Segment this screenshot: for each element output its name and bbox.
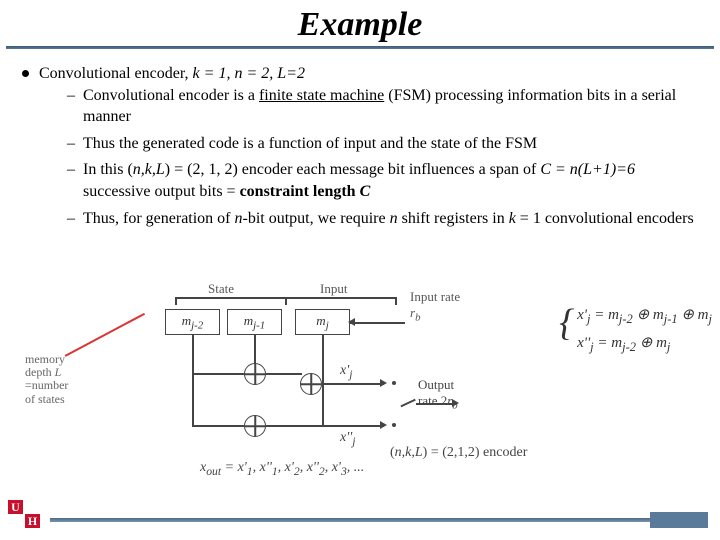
- register-mj2: mj-2: [165, 309, 220, 335]
- x2-label: x''j: [340, 430, 355, 448]
- footer-rule: [50, 518, 708, 522]
- bullet-text: Convolutional encoder,: [39, 65, 193, 82]
- footer: U H: [0, 508, 720, 534]
- input-label: Input: [320, 281, 347, 297]
- sub-bullet-3: –In this (n,k,L) = (2, 1, 2) encoder eac…: [67, 159, 702, 202]
- input-rate-label: Input raterb: [410, 289, 460, 324]
- footer-bar: [650, 512, 708, 528]
- memory-pointer: [65, 313, 145, 357]
- switch: [398, 393, 418, 413]
- equations: { x'j = mj-2 ⊕ mj-1 ⊕ mj x''j = mj-2 ⊕ m…: [571, 305, 712, 355]
- input-line: [350, 322, 405, 324]
- sub-bullet-4: –Thus, for generation of n-bit output, w…: [67, 208, 702, 230]
- bullet-dot: [22, 70, 29, 77]
- input-arrow: [348, 318, 355, 326]
- sub-bullet-2: –Thus the generated code is a function o…: [67, 133, 702, 155]
- content-area: Convolutional encoder, k = 1, n = 2, L=2…: [0, 59, 720, 234]
- slide-title: Example: [0, 0, 720, 46]
- main-bullet: Convolutional encoder, k = 1, n = 2, L=2…: [22, 63, 702, 234]
- sub-bullet-1: –Convolutional encoder is a finite state…: [67, 85, 702, 128]
- output-label: Outputrate 2rb: [418, 377, 458, 412]
- title-rule: [6, 46, 714, 49]
- state-label: State: [208, 281, 234, 297]
- register-mj: mj: [295, 309, 350, 335]
- register-mj1: mj-1: [227, 309, 282, 335]
- xor-top-2: [300, 373, 322, 395]
- memory-label: memorydepth L=numberof states: [25, 353, 68, 406]
- xor-bottom: [244, 415, 266, 437]
- xor-top-1: [244, 363, 266, 385]
- x1-label: x'j: [340, 363, 352, 381]
- encoder-type-label: (n,k,L) = (2,1,2) encoder: [390, 445, 527, 461]
- encoder-diagram: State Input Input raterb mj-2 mj-1 mj me…: [120, 285, 540, 495]
- params-text: k = 1, n = 2, L=2: [193, 65, 305, 82]
- xout-equation: xout = x'1, x''1, x'2, x''2, x'3, ...: [200, 460, 364, 478]
- uh-logo: U H: [8, 500, 44, 530]
